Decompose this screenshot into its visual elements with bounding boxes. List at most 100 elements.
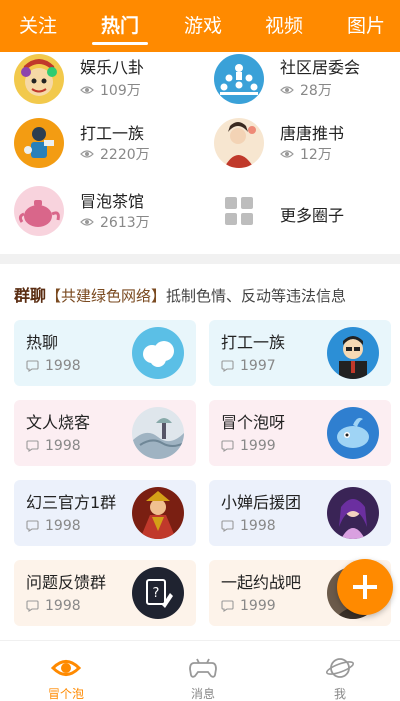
feedback-icon: ? (132, 567, 184, 619)
group-name: 一起约战吧 (221, 573, 302, 592)
circle-avatar (214, 54, 264, 104)
svg-text:?: ? (153, 586, 160, 601)
group-chat-notice-rest: 抵制色情、反动等违法信息 (166, 287, 347, 305)
more-circles-button[interactable]: 更多圈子 (224, 196, 400, 230)
group-member-count-value: 1997 (240, 358, 276, 374)
add-floating-button[interactable] (337, 559, 393, 615)
gamepad-icon (189, 658, 217, 678)
group-card-bubble[interactable]: 冒个泡呀 1999 (209, 400, 391, 466)
nav-item-messages[interactable]: 消息 (163, 655, 243, 701)
eye-icon (280, 150, 294, 158)
group-card-hot-chat[interactable]: 热聊 1998 (14, 320, 196, 386)
group-member-count: 1998 (26, 438, 81, 454)
group-name: 热聊 (26, 333, 59, 352)
active-tab-indicator (92, 42, 148, 45)
group-member-count: 1997 (221, 358, 276, 374)
group-member-count-value: 1998 (45, 518, 81, 534)
group-avatar (327, 407, 379, 459)
group-member-count-value: 1998 (45, 438, 81, 454)
circle-name: 唐唐推书 (280, 124, 345, 143)
group-member-count-value: 1998 (45, 358, 81, 374)
tab-images[interactable]: 图片 (344, 12, 388, 40)
group-member-count: 1998 (26, 518, 81, 534)
circle-avatar (14, 118, 64, 168)
circle-avatar (14, 54, 64, 104)
circle-item-book-recommend[interactable]: 唐唐推书 12万 (214, 118, 400, 174)
circle-name: 打工一族 (80, 124, 145, 143)
circle-item-teahouse[interactable]: 冒泡茶馆 2613万 (14, 186, 204, 242)
nav-item-label: 消息 (190, 687, 215, 701)
grid-icon (225, 197, 253, 225)
chat-bubble-icon (26, 360, 39, 372)
circle-views: 109万 (80, 80, 141, 100)
nav-item-label: 冒个泡 (47, 687, 84, 701)
group-member-count: 1999 (221, 438, 276, 454)
circle-views-count: 12万 (300, 147, 332, 163)
circle-name: 社区居委会 (280, 58, 361, 77)
circle-views: 12万 (280, 144, 332, 164)
group-member-count-value: 1999 (240, 598, 276, 614)
eye-icon (80, 150, 94, 158)
group-name: 幻三官方1群 (26, 493, 117, 512)
group-chat-title: 群聊 (14, 286, 47, 305)
circle-views: 28万 (280, 80, 332, 100)
tab-videos[interactable]: 视频 (262, 12, 306, 40)
circle-name: 娱乐八卦 (80, 58, 145, 77)
group-card-official[interactable]: 幻三官方1群 1998 (14, 480, 196, 546)
nav-item-bubble[interactable]: 冒个泡 (26, 655, 106, 701)
chat-bubble-icon (221, 440, 234, 452)
group-chat-notice: 【共建绿色网络】 (46, 287, 167, 305)
nav-item-label: 我 (333, 687, 346, 701)
tab-games[interactable]: 游戏 (181, 12, 225, 40)
circle-views-count: 2613万 (100, 215, 150, 231)
group-member-count-value: 1998 (45, 598, 81, 614)
group-name: 打工一族 (221, 333, 286, 352)
group-member-count: 1998 (26, 358, 81, 374)
group-card-fan-club[interactable]: 小婵后援团 1998 (209, 480, 391, 546)
bottom-navigation: 冒个泡 消息 我 (0, 640, 400, 701)
group-card-literati[interactable]: 文人烧客 1998 (14, 400, 196, 466)
section-divider (0, 254, 400, 264)
group-avatar (132, 487, 184, 539)
chat-bubble-icon (26, 520, 39, 532)
eye-icon (51, 660, 81, 676)
group-member-count-value: 1998 (240, 518, 276, 534)
circle-views-count: 28万 (300, 83, 332, 99)
group-avatar (327, 487, 379, 539)
tab-follow[interactable]: 关注 (16, 12, 60, 40)
chat-bubble-icon (221, 600, 234, 612)
group-member-count: 1998 (221, 518, 276, 534)
circle-views-count: 2220万 (100, 147, 150, 163)
nav-item-me[interactable]: 我 (300, 655, 380, 701)
circle-views-count: 109万 (100, 83, 141, 99)
planet-icon (325, 658, 355, 678)
circle-item-community[interactable]: 社区居委会 28万 (214, 52, 400, 108)
more-circles-label: 更多圈子 (280, 206, 345, 225)
eye-icon (80, 218, 94, 226)
chat-bubble-icon (221, 520, 234, 532)
group-name: 问题反馈群 (26, 573, 107, 592)
group-card-workers[interactable]: 打工一族 1997 (209, 320, 391, 386)
group-avatar (132, 327, 184, 379)
eye-icon (80, 86, 94, 94)
circle-name: 冒泡茶馆 (80, 192, 145, 211)
circle-avatar (14, 186, 64, 236)
circle-avatar (214, 118, 264, 168)
group-name: 小婵后援团 (221, 493, 302, 512)
circle-views: 2613万 (80, 212, 150, 232)
top-tab-bar: 关注 热门 游戏 视频 图片 (0, 0, 400, 52)
group-member-count: 1999 (221, 598, 276, 614)
group-name: 冒个泡呀 (221, 413, 286, 432)
group-member-count-value: 1999 (240, 438, 276, 454)
group-card-feedback[interactable]: 问题反馈群 1998 ? (14, 560, 196, 626)
group-avatar (327, 327, 379, 379)
group-avatar (132, 407, 184, 459)
eye-icon (280, 86, 294, 94)
circle-item-entertainment[interactable]: 娱乐八卦 109万 (14, 52, 204, 108)
group-chat-header: 群聊【共建绿色网络】抵制色情、反动等违法信息 (14, 282, 346, 306)
group-name: 文人烧客 (26, 413, 91, 432)
group-member-count: 1998 (26, 598, 81, 614)
tab-hot[interactable]: 热门 (98, 12, 142, 40)
circle-item-workers[interactable]: 打工一族 2220万 (14, 118, 204, 174)
circle-views: 2220万 (80, 144, 150, 164)
